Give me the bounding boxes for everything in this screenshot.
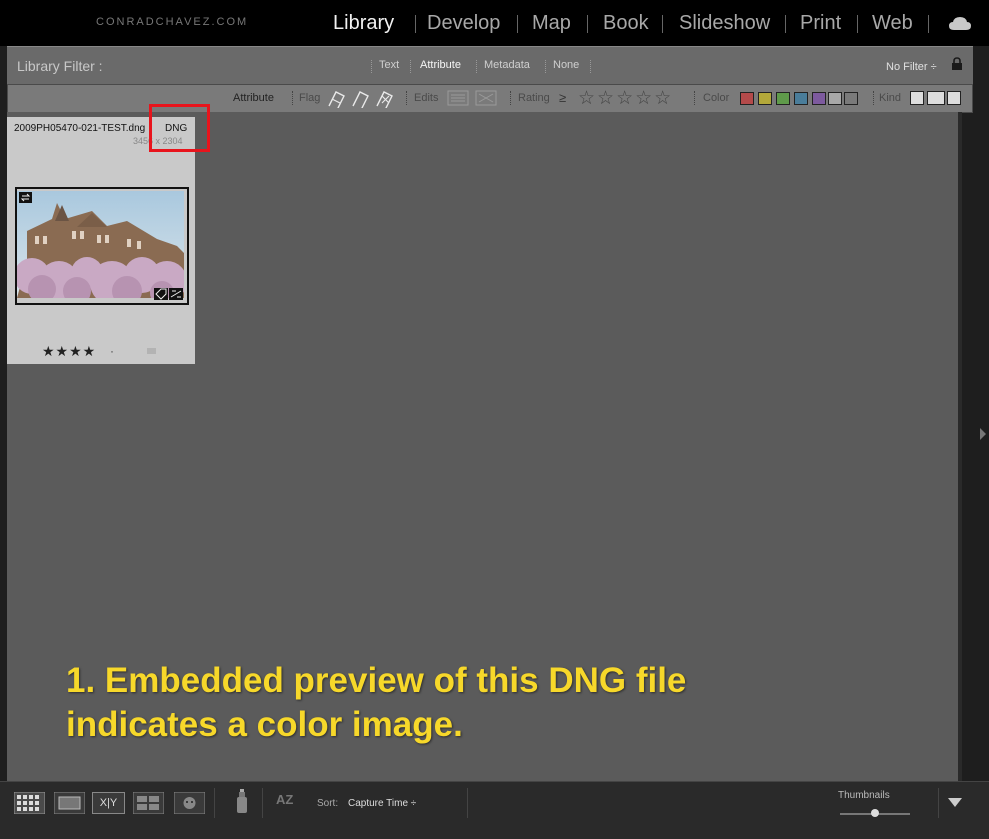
module-separator: [587, 15, 588, 33]
module-separator: [415, 15, 416, 33]
module-map[interactable]: Map: [532, 12, 571, 35]
flag-unflagged-icon[interactable]: [350, 88, 372, 108]
sync-badge-icon[interactable]: [19, 192, 32, 203]
thumbnail-cell[interactable]: 2009PH05470-021-TEST.dng DNG 3456 x 2304: [7, 117, 195, 364]
identity-plate: CONRADCHAVEZ.COM: [96, 16, 249, 28]
annotation-highlight-box: [149, 104, 210, 152]
color-filter-yellow[interactable]: [758, 92, 772, 105]
module-separator: [785, 15, 786, 33]
color-filter-green[interactable]: [776, 92, 790, 105]
people-view-icon[interactable]: [174, 792, 205, 814]
attribute-separator: [292, 91, 294, 105]
grid-scrollbar[interactable]: [958, 112, 962, 781]
module-separator: [517, 15, 518, 33]
filter-separator: [545, 60, 547, 73]
flag-label: Flag: [299, 92, 321, 104]
cell-rating-dot: ·: [110, 344, 114, 358]
toolbar-separator: [262, 788, 263, 818]
unedited-filter-icon[interactable]: [475, 90, 497, 106]
filter-tab-attribute[interactable]: Attribute: [420, 59, 461, 71]
filter-separator: [371, 60, 373, 73]
caption-line-2: indicates a color image.: [66, 705, 463, 744]
lock-icon[interactable]: [951, 57, 963, 70]
loupe-view-icon[interactable]: [54, 792, 85, 814]
color-label: Color: [703, 92, 730, 104]
module-separator: [928, 15, 929, 33]
attribute-separator: [873, 91, 875, 105]
color-filter-red[interactable]: [740, 92, 754, 105]
thumbnail-size-slider-knob[interactable]: [871, 809, 879, 817]
module-picker-bar: CONRADCHAVEZ.COM Library Develop Map Boo…: [0, 0, 989, 46]
toolbar-separator: [467, 788, 468, 818]
sort-order-dropdown[interactable]: Capture Time ÷: [348, 798, 416, 809]
edited-filter-icon[interactable]: [447, 90, 469, 106]
filter-separator: [476, 60, 478, 73]
filter-separator: [590, 60, 592, 73]
color-filter-other[interactable]: [828, 92, 842, 105]
attribute-separator: [406, 91, 408, 105]
rating-operator-dropdown[interactable]: ≥: [559, 90, 566, 105]
color-filter-purple[interactable]: [812, 92, 826, 105]
kind-videos-icon[interactable]: [947, 91, 961, 105]
module-book[interactable]: Book: [603, 12, 649, 35]
attribute-separator: [694, 91, 696, 105]
painter-spray-can-icon[interactable]: [232, 789, 252, 815]
keywords-badge-icon[interactable]: [154, 288, 168, 300]
module-library[interactable]: Library: [333, 12, 394, 35]
bottom-toolbar: X|Y AZ Sort: Capture Time ÷ Thumbnails: [0, 781, 989, 839]
grid-view-icon[interactable]: [14, 792, 45, 814]
thumbnail-image[interactable]: [17, 191, 184, 298]
library-filter-bar: Library Filter : Text Attribute Metadata…: [7, 46, 973, 84]
color-filter-blue[interactable]: [794, 92, 808, 105]
attribute-bar-label: Attribute: [233, 92, 274, 104]
toolbar-separator: [214, 788, 215, 818]
toolbar-separator: [938, 788, 939, 818]
compare-view-button[interactable]: X|Y: [92, 792, 125, 814]
filter-separator: [410, 60, 412, 73]
module-slideshow[interactable]: Slideshow: [679, 12, 770, 35]
cell-star-rating[interactable]: ★★★★: [42, 343, 96, 360]
module-separator: [857, 15, 858, 33]
right-panel-edge: [960, 46, 989, 781]
annotation-caption: 1. Embedded preview of this DNG file ind…: [66, 659, 686, 747]
toolbar-content-menu-icon[interactable]: [948, 798, 962, 807]
sort-direction-icon[interactable]: AZ: [276, 792, 293, 807]
filter-preset-dropdown[interactable]: No Filter ÷: [886, 61, 937, 73]
module-develop[interactable]: Develop: [427, 12, 500, 35]
flag-picked-icon[interactable]: [326, 88, 348, 108]
rating-label: Rating: [518, 92, 550, 104]
module-separator: [662, 15, 663, 33]
attribute-separator: [510, 91, 512, 105]
kind-virtual-copies-icon[interactable]: [927, 91, 945, 105]
survey-view-icon[interactable]: [133, 792, 164, 814]
module-web[interactable]: Web: [872, 12, 913, 35]
module-print[interactable]: Print: [800, 12, 841, 35]
rating-stars-filter[interactable]: ☆☆☆☆☆: [578, 87, 673, 110]
cloud-sync-icon[interactable]: [948, 16, 972, 32]
kind-label: Kind: [879, 92, 902, 104]
right-panel-toggle-icon[interactable]: [980, 428, 986, 440]
caption-line-1: 1. Embedded preview of this DNG file: [66, 661, 687, 700]
develop-adjustments-badge-icon[interactable]: [169, 288, 183, 300]
color-filter-none[interactable]: [844, 92, 858, 105]
flag-rejected-icon[interactable]: [374, 88, 396, 108]
kind-master-photos-icon[interactable]: [910, 91, 924, 105]
filter-tab-text[interactable]: Text: [379, 59, 399, 71]
left-panel-edge: [0, 46, 7, 781]
cell-color-label[interactable]: [147, 348, 156, 354]
filter-tab-metadata[interactable]: Metadata: [484, 59, 530, 71]
filter-bar-title: Library Filter :: [17, 58, 103, 74]
thumbnails-size-label: Thumbnails: [838, 790, 890, 801]
sort-label: Sort:: [317, 798, 339, 809]
edits-label: Edits: [414, 92, 439, 104]
filter-tab-none[interactable]: None: [553, 59, 579, 71]
cell-filename: 2009PH05470-021-TEST.dng: [14, 123, 146, 134]
